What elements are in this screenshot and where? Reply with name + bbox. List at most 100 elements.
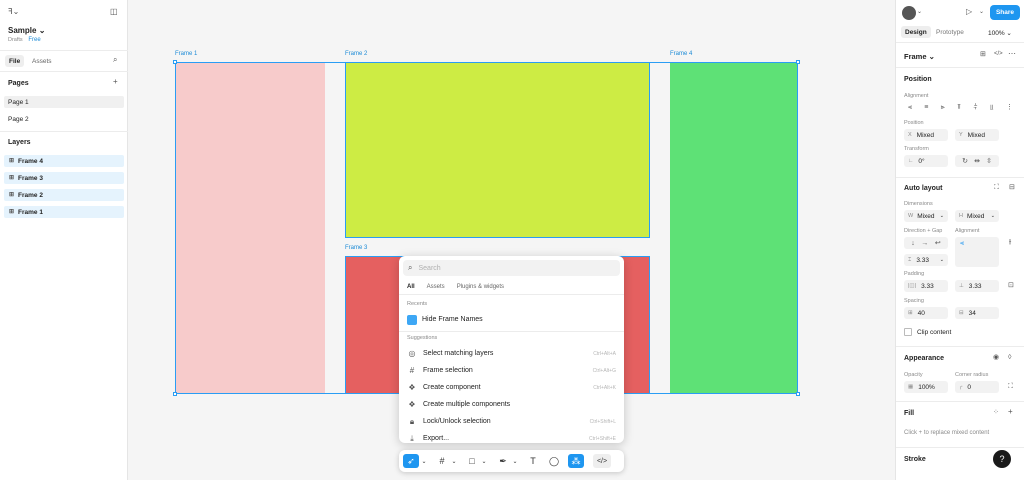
chevron-down-icon[interactable]: ⌄ [451,454,457,468]
frame-tool-icon[interactable]: # [435,454,449,468]
clip-content-checkbox[interactable] [904,328,912,336]
sidebar-toggle-icon[interactable]: ◫ [110,8,118,16]
file-name[interactable]: Sample ⌄ [8,26,45,35]
individual-padding-icon[interactable]: ⊡ [1008,282,1014,289]
layer-frame-2[interactable]: ⊞ Frame 2 [4,189,124,201]
share-button[interactable]: Share [990,5,1020,20]
align-middle-icon[interactable]: ⫩ [973,104,977,111]
alignment-grid[interactable]: ⫷ [955,237,999,267]
resize-handle[interactable] [796,60,800,64]
chevron-down-icon[interactable]: ⌄ [421,454,427,468]
page-item-1[interactable]: Page 1 [4,96,124,108]
align-bottom-icon[interactable]: ⫫ [990,104,994,111]
chevron-down-icon[interactable]: ⌄ [917,9,922,15]
more-icon[interactable]: ⋮ [1006,104,1013,111]
autolayout-settings-icon[interactable]: ⛶ [994,184,999,191]
plan-badge[interactable]: Free [28,37,40,43]
chevron-down-icon[interactable]: ⌄ [481,454,487,468]
advanced-settings-icon[interactable]: ⫲ [1009,239,1011,246]
arrow-right-icon[interactable]: → [921,240,928,247]
padding-horizontal-field[interactable]: |◫| 3.33 [904,280,948,292]
rectangle-tool-icon[interactable]: □ [465,454,479,468]
tab-design[interactable]: Design [901,26,931,38]
text-tool-icon[interactable]: T [526,454,540,468]
recent-item[interactable]: Hide Frame Names [399,311,624,328]
align-top-icon[interactable]: ⫪ [957,104,961,111]
resize-handle[interactable] [173,60,177,64]
flip-horizontal-icon[interactable]: ⇹ [974,158,980,165]
frame-label-4[interactable]: Frame 4 [670,51,692,57]
add-page-icon[interactable]: + [113,78,118,86]
menu-item-frame-selection[interactable]: # Frame selection Ctrl+Alt+G [399,362,624,379]
chevron-down-icon[interactable]: ⌄ [512,454,518,468]
pen-tool-icon[interactable]: ✒ [496,454,510,468]
eye-icon[interactable]: ◉ [993,354,999,361]
grid-icon[interactable]: ⊞ [980,51,986,58]
x-field[interactable]: X Mixed [904,129,948,141]
padding-vertical-field[interactable]: ⊥ 3.33 [955,280,999,292]
avatar[interactable] [902,6,916,20]
chevron-down-icon[interactable]: ⌄ [979,9,984,15]
blend-mode-icon[interactable]: ◊ [1008,354,1011,361]
menu-tab-assets[interactable]: Assets [427,284,445,290]
align-right-icon[interactable]: ⫸ [941,104,945,111]
plugin-icon [407,314,417,325]
menu-tab-plugins[interactable]: Plugins & widgets [457,284,504,290]
menu-item-create-component[interactable]: ❖ Create component Ctrl+Alt+K [399,379,624,396]
spacing-horizontal-field[interactable]: ⊞ 40 [904,307,948,319]
resize-handle[interactable] [173,392,177,396]
corner-radius-field[interactable]: ╭ 0 [955,381,999,393]
align-top-left-icon[interactable]: ⫷ [960,240,964,248]
rotation-field[interactable]: ∟ 0° [904,155,948,167]
code-icon[interactable]: </> [994,51,1003,57]
rotate-icon[interactable]: ↻ [962,158,968,165]
figma-logo-icon[interactable]: ꟻ⌄ [8,8,19,16]
frame-label-2[interactable]: Frame 2 [345,51,367,57]
add-fill-icon[interactable]: + [1008,408,1013,416]
wrap-icon[interactable]: ↩ [935,240,941,247]
direction-buttons[interactable]: ↓ → ↩ [904,237,948,249]
y-field[interactable]: Y Mixed [955,129,999,141]
transform-actions[interactable]: ↻ ⇹ ⇳ [955,155,999,167]
menu-item-export[interactable]: ⤓ Export... Ctrl+Shift+E [399,430,624,447]
comment-tool-icon[interactable]: ◯ [547,454,561,468]
search-input[interactable]: Search [418,265,440,272]
flip-vertical-icon[interactable]: ⇳ [986,158,992,165]
align-left-icon[interactable]: ⫷ [908,104,912,111]
zoom-level[interactable]: 100% ⌄ [988,29,1012,37]
frame-label-1[interactable]: Frame 1 [175,51,197,57]
align-center-icon[interactable]: ≡ [924,104,928,111]
independent-corners-icon[interactable]: ⛶ [1008,383,1013,390]
layer-frame-4[interactable]: ⊞ Frame 4 [4,155,124,167]
height-field[interactable]: H Mixed ⌄ [955,210,999,222]
tab-prototype[interactable]: Prototype [936,29,964,36]
search-icon[interactable]: ⌕ [113,56,117,64]
layer-frame-1[interactable]: ⊞ Frame 1 [4,206,124,218]
tab-file[interactable]: File [5,55,25,67]
component-icon: ❖ [408,383,416,392]
layer-frame-3[interactable]: ⊞ Frame 3 [4,172,124,184]
opacity-field[interactable]: ▦ 100% [904,381,948,393]
page-item-2[interactable]: Page 2 [8,116,29,123]
menu-item-lock[interactable]: 🔒︎ Lock/Unlock selection Ctrl+Shift+L [399,413,624,430]
spacing-vertical-field[interactable]: ⊟ 34 [955,307,999,319]
arrow-down-icon[interactable]: ↓ [911,240,915,247]
tab-assets[interactable]: Assets [32,58,52,65]
remove-autolayout-icon[interactable]: ⊟ [1009,184,1015,191]
resize-handle[interactable] [796,392,800,396]
file-location[interactable]: Drafts [8,37,23,43]
dev-mode-icon[interactable]: </> [593,454,611,468]
styles-icon[interactable]: ⁘ [993,409,999,416]
move-tool-icon[interactable]: ➶ [403,454,419,468]
menu-item-select-matching[interactable]: ◎ Select matching layers Ctrl+Alt+A [399,345,624,362]
frame-selector[interactable]: Frame ⌄ [904,52,935,61]
actions-tool-icon[interactable]: ⁂ [568,454,584,468]
menu-tab-all[interactable]: All [407,284,415,290]
more-icon[interactable]: ⋯ [1008,50,1016,58]
gap-field[interactable]: ⌶ 3.33 ⌄ [904,254,948,266]
width-field[interactable]: W Mixed ⌄ [904,210,948,222]
menu-item-create-multiple[interactable]: ❖ Create multiple components [399,396,624,413]
present-icon[interactable]: ▷ [966,8,972,16]
help-button[interactable]: ? [993,450,1011,468]
menu-search-field[interactable]: ⌕ Search [403,260,620,276]
